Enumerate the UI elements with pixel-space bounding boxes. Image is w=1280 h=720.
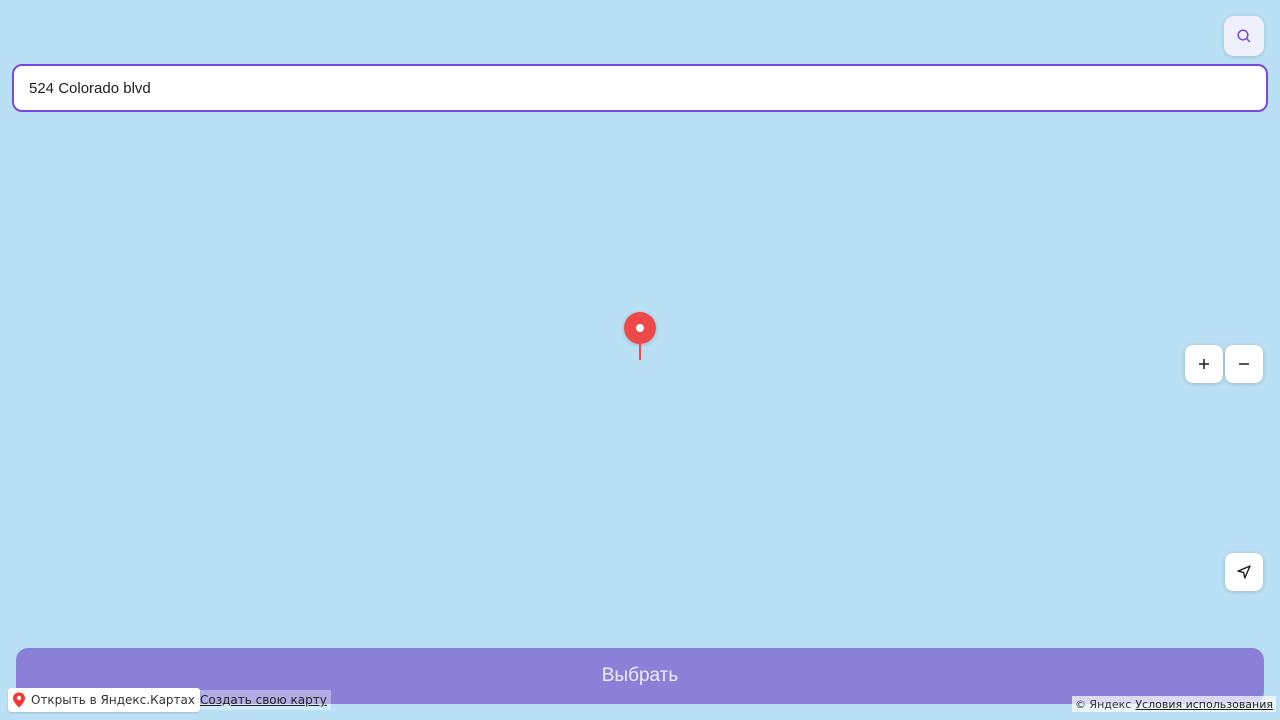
- navigation-arrow-icon: [1236, 564, 1252, 580]
- copyright-text: © Яндекс: [1074, 697, 1132, 711]
- address-field: [12, 64, 1268, 112]
- open-in-yandex-maps-link[interactable]: Открыть в Яндекс.Картах: [8, 688, 200, 712]
- zoom-in-button[interactable]: [1185, 345, 1223, 383]
- copyright-bar: © Яндекс Условия использования: [1071, 696, 1276, 712]
- open-in-yandex-maps-label: Открыть в Яндекс.Картах: [31, 693, 195, 707]
- location-pin[interactable]: [624, 312, 656, 360]
- my-location-button[interactable]: [1225, 553, 1263, 591]
- address-input[interactable]: [14, 66, 1266, 110]
- minus-icon: [1238, 358, 1250, 370]
- plus-icon: [1198, 358, 1210, 370]
- zoom-out-button[interactable]: [1225, 345, 1263, 383]
- location-pin-dot: [636, 324, 644, 332]
- search-button[interactable]: [1224, 16, 1264, 56]
- create-map-link[interactable]: Создать свою карту: [196, 690, 331, 710]
- location-pin-head: [624, 312, 656, 344]
- location-pin-stem: [639, 344, 641, 360]
- terms-of-use-link[interactable]: Условия использования: [1135, 698, 1273, 711]
- yandex-maps-pin-icon: [12, 692, 26, 708]
- search-icon: [1236, 28, 1252, 44]
- map-canvas[interactable]: Выбрать Открыть в Яндекс.Картах Создать …: [0, 0, 1280, 720]
